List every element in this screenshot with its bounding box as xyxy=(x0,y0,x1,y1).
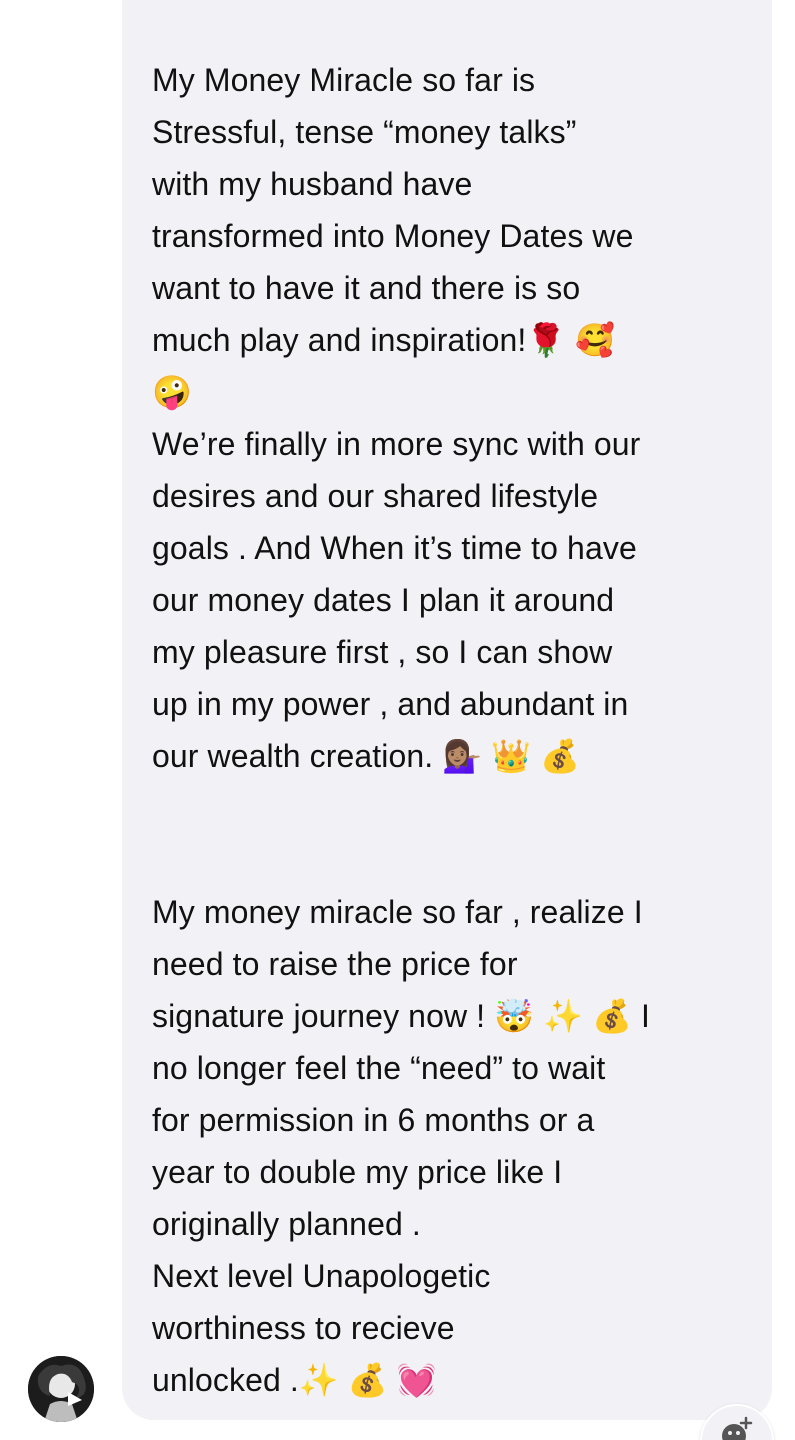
add-reaction-icon xyxy=(722,1416,753,1440)
avatar-image xyxy=(28,1356,94,1422)
user-avatar[interactable] xyxy=(28,1356,94,1422)
chat-screen: My Money Miracle so far is Stressful, te… xyxy=(0,0,795,1440)
message-paragraph-1: My Money Miracle so far is Stressful, te… xyxy=(152,62,641,774)
message-paragraph-2: My money miracle so far , realize I need… xyxy=(152,894,650,1398)
